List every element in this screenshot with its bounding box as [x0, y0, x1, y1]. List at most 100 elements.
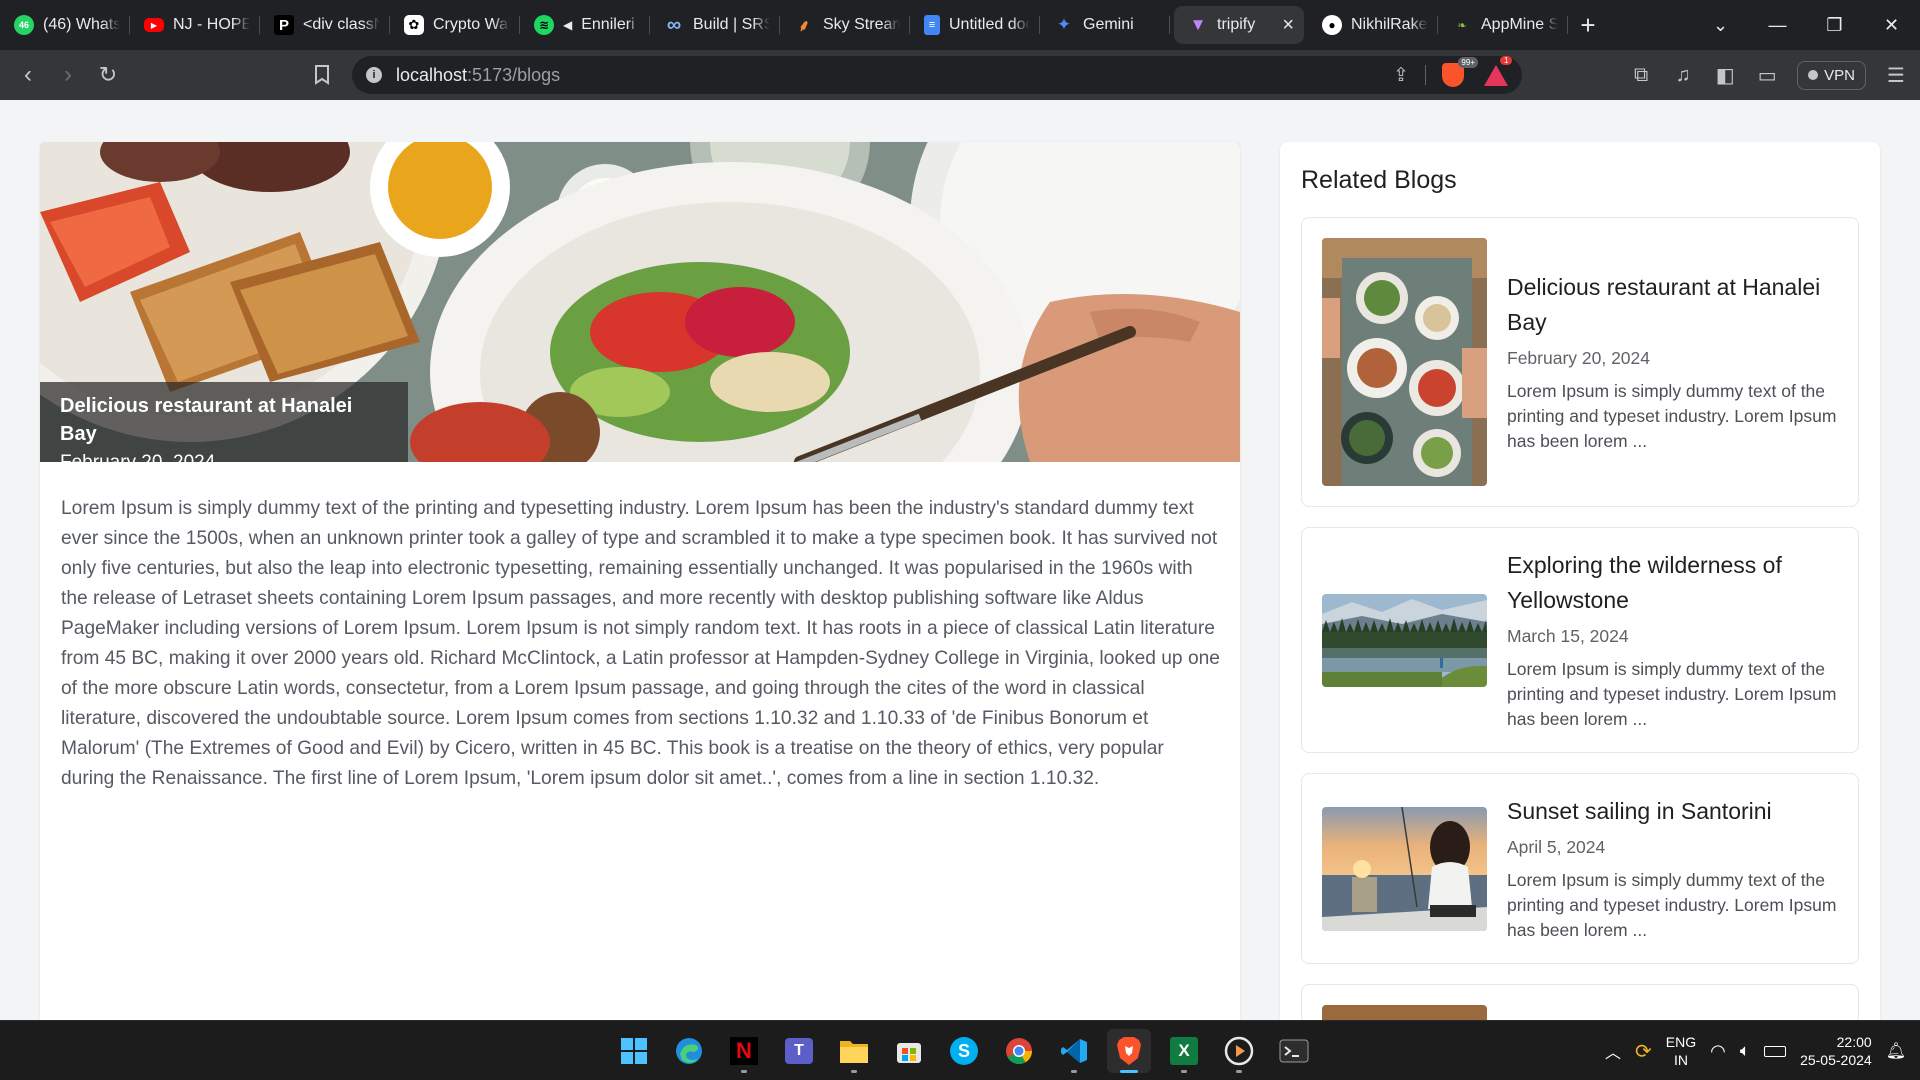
sync-icon[interactable]: ⟳ [1635, 1039, 1652, 1064]
related-blog-card[interactable] [1301, 984, 1859, 1024]
share-icon[interactable]: ⇪ [1393, 64, 1409, 87]
address-bar[interactable]: i localhost:5173/blogs ⇪ 99+ 1 [352, 55, 1522, 94]
chevron-up-icon[interactable]: ︿ [1605, 1039, 1621, 1063]
tab-crypto[interactable]: ✿ Crypto Wallet [390, 6, 520, 44]
tab-appmine[interactable]: ❧ AppMine Studio [1438, 6, 1568, 44]
tab-label: Ennileri [581, 16, 635, 33]
store-icon[interactable] [887, 1029, 931, 1073]
related-blog-excerpt: Lorem Ipsum is simply dummy text of the … [1507, 870, 1837, 940]
running-indicator [1181, 1070, 1187, 1073]
brave-rewards-icon[interactable]: 1 [1484, 55, 1513, 86]
tab-gemini[interactable]: ✦ Gemini [1040, 6, 1170, 44]
tab-label: tripify [1217, 16, 1256, 33]
restore-icon[interactable]: ❐ [1806, 15, 1863, 36]
tab-github[interactable]: ● NikhilRakesh [1308, 6, 1438, 44]
spotify-icon: ≋ [534, 15, 554, 35]
openai-icon: ✿ [404, 15, 424, 35]
vpn-status-icon [1808, 70, 1819, 80]
forward-icon[interactable]: › [48, 61, 88, 89]
chrome-icon[interactable] [997, 1029, 1041, 1073]
media-player-icon[interactable] [1217, 1029, 1261, 1073]
article-date: February 20, 2024 [60, 448, 388, 462]
tab-spotify[interactable]: ≋ ◀ Ennileri [520, 6, 650, 44]
close-tab-icon[interactable]: × [1282, 14, 1294, 37]
sidebar-toggle-icon[interactable]: ◧ [1713, 63, 1737, 87]
tab-whatsapp[interactable]: 46 (46) WhatsApp [0, 6, 130, 44]
running-indicator [1236, 1070, 1242, 1073]
new-tab-button[interactable]: + [1568, 10, 1608, 41]
extensions-icon[interactable]: ⧉ [1629, 63, 1653, 87]
excel-icon[interactable]: X [1162, 1029, 1206, 1073]
bookmark-icon[interactable] [310, 63, 334, 87]
running-indicator [741, 1070, 747, 1073]
clock-time: 22:00 [1836, 1034, 1872, 1050]
related-blogs-list: Delicious restaurant at Hanalei Bay Febr… [1301, 217, 1859, 1024]
hero-caption: Delicious restaurant at Hanalei Bay Febr… [40, 382, 408, 462]
tab-sky-stream[interactable]: ⸙ Sky Stream [780, 6, 910, 44]
netflix-icon[interactable]: N [722, 1029, 766, 1073]
site-info-icon[interactable]: i [366, 67, 382, 83]
clock[interactable]: 22:00 25-05-2024 [1800, 1033, 1872, 1069]
browser-toolbar: ‹ › ↻ i localhost:5173/blogs ⇪ 99+ 1 ⧉ ♫… [0, 50, 1920, 100]
tab-label: Gemini [1083, 16, 1134, 33]
related-blog-title[interactable]: Sunset sailing in Santorini [1507, 794, 1838, 829]
volume-icon[interactable]: 🔈︎ [1740, 1041, 1750, 1061]
article-card: Delicious restaurant at Hanalei Bay Febr… [40, 142, 1240, 1042]
related-blog-title[interactable]: Delicious restaurant at Hanalei Bay [1507, 270, 1838, 340]
related-blog-thumbnail[interactable] [1322, 593, 1487, 687]
related-blog-text: Sunset sailing in Santorini April 5, 202… [1507, 794, 1838, 943]
language-indicator[interactable]: ENG IN [1666, 1033, 1696, 1069]
battery-icon[interactable] [1764, 1045, 1787, 1057]
teams-icon[interactable]: T [777, 1029, 821, 1073]
tab-p[interactable]: P <div className= [260, 6, 390, 44]
file-explorer-icon[interactable] [832, 1029, 876, 1073]
gemini-icon: ✦ [1056, 15, 1072, 34]
related-blog-card[interactable]: Delicious restaurant at Hanalei Bay Febr… [1301, 217, 1859, 507]
tab-label: (46) WhatsApp [43, 16, 120, 33]
minimize-icon[interactable]: — [1749, 15, 1806, 36]
related-blogs-title: Related Blogs [1301, 166, 1457, 194]
notification-bell-icon[interactable]: 🔔︎ [1886, 1041, 1906, 1061]
start-icon[interactable] [612, 1029, 656, 1073]
back-icon[interactable]: ‹ [8, 61, 48, 89]
feather-icon: ⸙ [797, 18, 810, 35]
windows-taskbar: N T S X ︿ ⟳ ENG IN ◠ 🔈︎ 22:00 25-05-2024… [0, 1020, 1920, 1080]
tab-label: Build | SRS [693, 16, 770, 33]
yellowstone-lake-image [1322, 593, 1487, 687]
related-blog-card[interactable]: Exploring the wilderness of Yellowstone … [1301, 527, 1859, 753]
tab-build-srs[interactable]: ∞ Build | SRS [650, 6, 780, 44]
tab-youtube[interactable]: ▶ NJ - HOPE (Official Video) [130, 6, 260, 44]
running-indicator [851, 1070, 857, 1073]
divider [1425, 65, 1426, 85]
appmine-icon: ❧ [1457, 19, 1467, 32]
related-blog-title[interactable]: Exploring the wilderness of Yellowstone [1507, 548, 1838, 618]
brave-shields-icon[interactable]: 99+ [1442, 57, 1478, 87]
tab-tripify[interactable]: ▼ tripify × [1174, 6, 1304, 44]
reload-icon[interactable]: ↻ [88, 62, 128, 88]
menu-icon[interactable]: ☰ [1884, 63, 1908, 87]
browser-tab-strip: 46 (46) WhatsApp ▶ NJ - HOPE (Official V… [0, 0, 1920, 50]
vpn-button[interactable]: VPN [1797, 60, 1866, 90]
edge-icon[interactable] [667, 1029, 711, 1073]
tab-label: NikhilRakesh [1351, 16, 1428, 33]
brave-icon[interactable] [1107, 1029, 1151, 1073]
wifi-icon[interactable]: ◠ [1710, 1041, 1726, 1062]
related-blog-card[interactable]: Sunset sailing in Santorini April 5, 202… [1301, 773, 1859, 964]
tab-label: NJ - HOPE (Official Video) [173, 16, 250, 33]
wallet-icon[interactable]: ▭ [1755, 63, 1779, 87]
tab-docs[interactable]: ≡ Untitled document [910, 6, 1040, 44]
article-title: Delicious restaurant at Hanalei Bay [60, 395, 353, 445]
taskbar-apps: N T S X [612, 1021, 1316, 1080]
window-close-icon[interactable]: ✕ [1863, 15, 1920, 36]
tab-label: AppMine Studio [1481, 16, 1558, 33]
skype-icon[interactable]: S [942, 1029, 986, 1073]
related-blog-thumbnail[interactable] [1322, 238, 1487, 486]
p-icon: P [274, 15, 294, 35]
vite-icon: ▼ [1189, 15, 1207, 34]
related-blog-thumbnail[interactable] [1322, 806, 1487, 931]
window-controls: ⌄ — ❐ ✕ [1692, 0, 1920, 50]
vscode-icon[interactable] [1052, 1029, 1096, 1073]
terminal-icon[interactable] [1272, 1029, 1316, 1073]
media-icon[interactable]: ♫ [1671, 63, 1695, 87]
tab-search-icon[interactable]: ⌄ [1692, 15, 1749, 36]
